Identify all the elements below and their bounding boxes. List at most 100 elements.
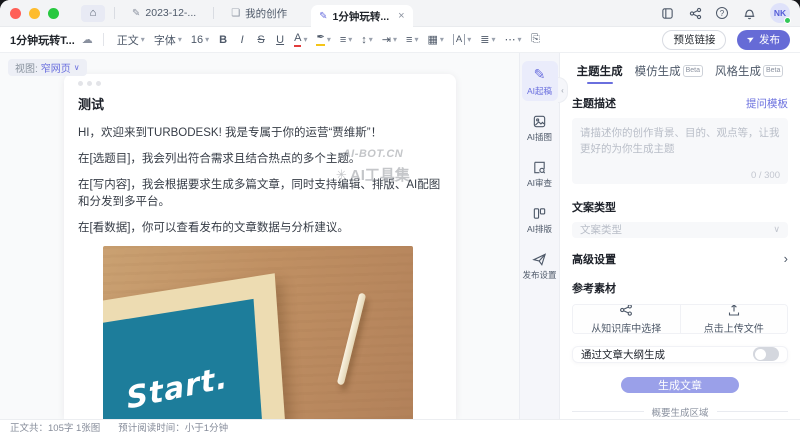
cloud-sync-icon: ☁ bbox=[82, 33, 93, 46]
chevron-down-icon: ▾ bbox=[327, 35, 331, 44]
chevron-down-icon: ▾ bbox=[440, 35, 444, 44]
view-mode-select[interactable]: 视图: 窄网页 ∨ bbox=[8, 59, 87, 76]
bell-icon[interactable] bbox=[742, 6, 756, 20]
font-family-select[interactable]: 字体 ▾ bbox=[151, 32, 185, 48]
tab-style-generation[interactable]: 风格生成 Beta bbox=[715, 63, 783, 83]
tab-active-document[interactable]: ✎ 1分钟玩转... × bbox=[311, 5, 412, 27]
char-counter: 0 / 300 bbox=[751, 170, 780, 181]
tab-label: 风格生成 bbox=[715, 63, 761, 79]
beta-badge: Beta bbox=[683, 65, 703, 76]
chevron-down-icon: ∨ bbox=[773, 224, 780, 235]
word-count: 正文共：105字 1张图 bbox=[10, 420, 100, 434]
chevron-down-icon: ▾ bbox=[178, 35, 182, 44]
close-tab-icon[interactable]: × bbox=[398, 10, 404, 22]
copy-type-select[interactable]: 文案类型 ∨ bbox=[572, 222, 788, 238]
font-size-select[interactable]: 16 ▾ bbox=[188, 34, 212, 46]
zoom-window-button[interactable] bbox=[48, 8, 59, 19]
select-from-knowledge-base-button[interactable]: 从知识库中选择 bbox=[573, 305, 681, 333]
align-button[interactable]: ≡ ▾ bbox=[403, 34, 421, 46]
strikethrough-button[interactable]: S bbox=[253, 34, 269, 46]
summary-area-label: 概要生成区域 bbox=[652, 405, 709, 419]
sidebar-item-publish-settings[interactable]: 发布设置 bbox=[522, 247, 558, 285]
tab-topic-generation[interactable]: 主题生成 bbox=[577, 63, 623, 83]
sidebar-item-ai-illustration[interactable]: AI插图 bbox=[522, 109, 558, 147]
paragraph-style-value: 正文 bbox=[117, 32, 139, 48]
app-window: ⌂ ✎ 2023-12-... ❏ 我的创作 ✎ 1分钟玩转... × bbox=[0, 0, 800, 434]
minimize-window-button[interactable] bbox=[29, 8, 40, 19]
upload-file-label: 点击上传文件 bbox=[704, 320, 764, 334]
paragraph-style-select[interactable]: 正文 ▾ bbox=[114, 32, 148, 48]
home-button[interactable]: ⌂ bbox=[81, 5, 105, 22]
bold-button[interactable]: B bbox=[215, 34, 231, 46]
document-paragraph[interactable]: 在[写内容]，我会根据要求生成多篇文章，同时支持编辑、排版、AI配图和分发到多平… bbox=[78, 177, 442, 213]
sidebar-item-ai-draft[interactable]: ✎ AI起稿 bbox=[522, 61, 558, 101]
image-icon bbox=[532, 114, 547, 129]
document-paragraph[interactable]: HI，欢迎来到TURBODESK! 我是专属于你的运营“贾维斯”！ bbox=[78, 125, 442, 143]
copy-type-placeholder: 文案类型 bbox=[580, 222, 622, 237]
publish-button[interactable]: ➤ 发布 bbox=[737, 30, 790, 50]
highlight-color-button[interactable]: ✒ ▾ bbox=[313, 33, 333, 46]
image-polaroid-card: Start. bbox=[103, 273, 289, 419]
document-search-icon bbox=[532, 160, 547, 175]
chevron-down-icon: ▾ bbox=[205, 35, 209, 44]
document-canvas[interactable]: 测试 HI，欢迎来到TURBODESK! 我是专属于你的运营“贾维斯”！ 在[选… bbox=[64, 74, 456, 419]
upload-file-button[interactable]: 点击上传文件 bbox=[681, 305, 788, 333]
divider bbox=[103, 33, 104, 46]
document-paragraph[interactable]: 在[选题目]，我会列出符合需求且结合热点的多个主题。 bbox=[78, 151, 442, 169]
generation-tabs: 主题生成 模仿生成 Beta 风格生成 Beta bbox=[572, 63, 788, 83]
user-avatar[interactable]: NK bbox=[770, 3, 790, 23]
list-button[interactable]: ≣ ▾ bbox=[477, 33, 498, 46]
document-heading[interactable]: 测试 bbox=[78, 94, 442, 113]
knowledge-base-label: 从知识库中选择 bbox=[591, 320, 661, 334]
file-icon: ❏ bbox=[231, 8, 240, 19]
advanced-settings-label: 高级设置 bbox=[572, 251, 616, 267]
question-glyph: ? bbox=[720, 9, 724, 18]
tab-imitation-generation[interactable]: 模仿生成 Beta bbox=[635, 63, 703, 83]
preview-link-label: 预览链接 bbox=[673, 32, 715, 47]
paper-plane-icon bbox=[532, 252, 547, 267]
tab-my-creations[interactable]: ❏ 我的创作 bbox=[223, 0, 295, 26]
reference-options: 从知识库中选择 点击上传文件 bbox=[572, 304, 788, 334]
paragraph-menu-button[interactable]: ≡ ▾ bbox=[337, 34, 355, 46]
more-tools-button[interactable]: ⋯ ▾ bbox=[502, 33, 525, 46]
ai-side-toolbar: ✎ AI起稿 AI插图 bbox=[519, 53, 559, 419]
chevron-down-icon: ▾ bbox=[369, 35, 373, 44]
advanced-settings-row[interactable]: 高级设置 › bbox=[572, 251, 788, 267]
preview-link-button[interactable]: 预览链接 bbox=[662, 30, 726, 50]
topbar-actions: ? NK bbox=[660, 3, 790, 23]
more-icon: ⋯ bbox=[505, 33, 516, 46]
italic-button[interactable]: I bbox=[234, 34, 250, 46]
document-paragraph[interactable]: 在[看数据]，你可以查看发布的文章数据与分析建议。 bbox=[78, 220, 442, 238]
top-bar: ⌂ ✎ 2023-12-... ❏ 我的创作 ✎ 1分钟玩转... × bbox=[0, 0, 800, 27]
summary-area-divider: 概要生成区域 bbox=[572, 405, 788, 419]
clipboard-icon: ⎘ bbox=[531, 33, 540, 45]
line-spacing-button[interactable]: ↕ ▾ bbox=[358, 34, 376, 46]
chevron-left-icon: ‹ bbox=[561, 86, 564, 95]
image-chalk-pen bbox=[337, 293, 367, 386]
menu-icon: ≡ bbox=[340, 34, 346, 46]
question-template-link[interactable]: 提问模板 bbox=[746, 96, 788, 111]
clipboard-button[interactable]: ⎘ bbox=[528, 33, 544, 46]
underline-button[interactable]: U bbox=[272, 34, 288, 46]
generation-panel: 主题生成 模仿生成 Beta 风格生成 Beta 主题描述 提问模板 0 / 3… bbox=[559, 53, 800, 419]
insert-table-button[interactable]: ▦ ▾ bbox=[424, 33, 446, 46]
tab-document-1[interactable]: ✎ 2023-12-... bbox=[124, 0, 204, 26]
publish-label: 发布 bbox=[759, 32, 780, 47]
editor-area: 视图: 窄网页 ∨ 测试 HI，欢迎来到TURBODESK! 我是专属于你的运营… bbox=[0, 53, 519, 419]
sidebar-item-ai-review[interactable]: AI审查 bbox=[522, 155, 558, 193]
translate-button[interactable]: A ▾ bbox=[450, 34, 474, 45]
document-image-start[interactable]: Start. bbox=[103, 246, 413, 419]
sidebar-item-ai-layout[interactable]: AI排版 bbox=[522, 201, 558, 239]
help-icon[interactable]: ? bbox=[716, 7, 728, 19]
font-color-button[interactable]: A ▾ bbox=[291, 33, 310, 47]
generate-article-button[interactable]: 生成文章 bbox=[621, 377, 739, 393]
sidebar-item-label: AI起稿 bbox=[527, 85, 552, 97]
chevron-down-icon: ▾ bbox=[518, 35, 522, 44]
indent-button[interactable]: ⇥ ▾ bbox=[379, 33, 400, 46]
library-icon[interactable] bbox=[660, 6, 674, 20]
formatting-toolbar: 1分钟玩转T... ☁ 正文 ▾ 字体 ▾ 16 ▾ B I S U A ▾ ✒… bbox=[0, 27, 800, 53]
close-window-button[interactable] bbox=[10, 8, 21, 19]
share-nodes-icon[interactable] bbox=[688, 6, 702, 20]
outline-toggle[interactable] bbox=[753, 347, 779, 361]
tab-label: 2023-12-... bbox=[145, 7, 196, 19]
